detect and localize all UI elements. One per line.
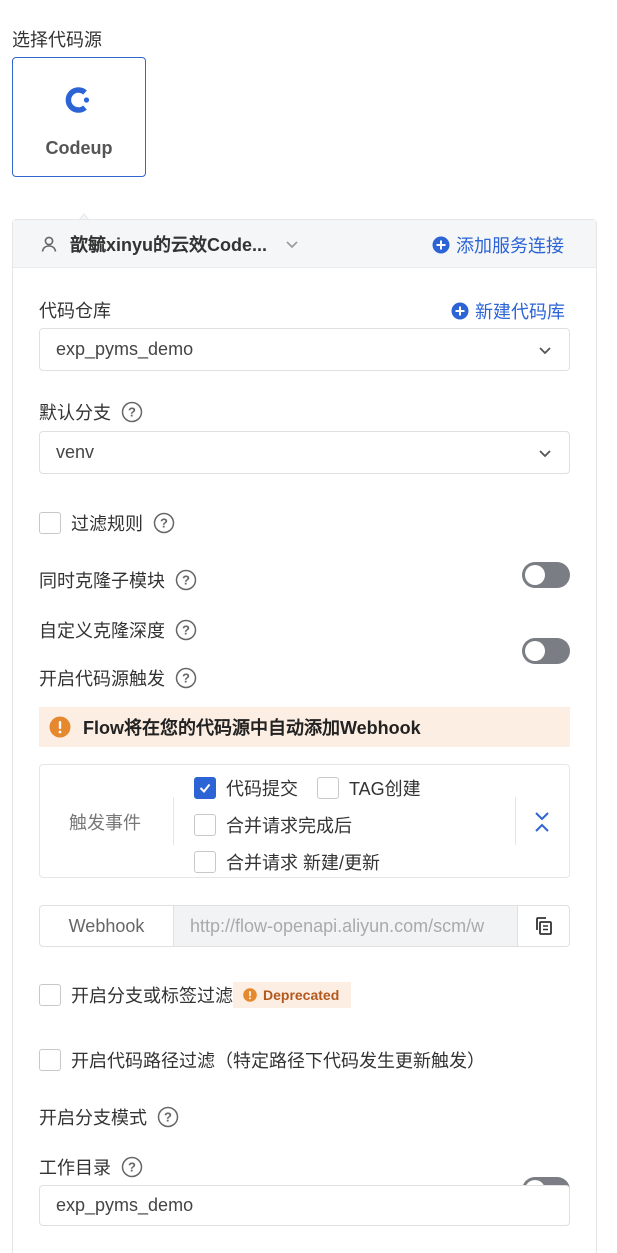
help-icon[interactable]: ?: [157, 1106, 179, 1128]
chevron-down-icon: [539, 449, 551, 457]
new-repo-label: 新建代码库: [475, 302, 565, 322]
svg-text:?: ?: [164, 1110, 172, 1125]
event-option-mr-update[interactable]: 合并请求 新建/更新: [194, 849, 380, 875]
help-icon[interactable]: ?: [175, 619, 197, 641]
chevron-down-icon: [286, 241, 298, 249]
event-option-mr-merged[interactable]: 合并请求完成后: [194, 812, 352, 838]
event-tag-label: TAG创建: [349, 779, 421, 799]
add-service-connection-label: 添加服务连接: [456, 236, 564, 256]
svg-text:?: ?: [128, 1160, 136, 1175]
check-icon: [199, 783, 211, 794]
help-icon[interactable]: ?: [153, 512, 175, 534]
warning-icon: [243, 988, 257, 1002]
codeup-logo-icon: [65, 87, 90, 113]
plus-circle-icon: [451, 302, 469, 320]
copy-icon: [535, 917, 552, 935]
warning-icon: [49, 716, 71, 738]
clone-depth-toggle[interactable]: [522, 638, 570, 664]
webhook-notice: Flow将在您的代码源中自动添加Webhook: [39, 707, 570, 747]
service-connection-select[interactable]: 歆毓xinyu的云效Code...: [40, 231, 299, 257]
event-option-tag[interactable]: TAG创建: [317, 775, 421, 801]
toggle-knob: [525, 565, 545, 585]
filter-rules-row: 过滤规则 ?: [39, 510, 175, 536]
workdir-input-value: exp_pyms_demo: [56, 1195, 194, 1215]
source-card-label: Codeup: [45, 138, 113, 158]
svg-text:?: ?: [182, 573, 190, 588]
copy-button[interactable]: [517, 906, 569, 946]
section-title: 选择代码源: [12, 30, 102, 50]
workdir-label-text: 工作目录: [39, 1158, 111, 1178]
path-filter-checkbox[interactable]: [39, 1049, 61, 1071]
help-icon[interactable]: ?: [175, 569, 197, 591]
help-icon[interactable]: ?: [121, 401, 143, 423]
path-filter-label: 开启代码路径过滤（特定路径下代码发生更新触发）: [71, 1051, 485, 1071]
repo-label-text: 代码仓库: [39, 301, 111, 321]
clone-submodules-label: 同时克隆子模块 ?: [39, 567, 197, 593]
chevron-down-icon: [539, 346, 551, 354]
help-icon[interactable]: ?: [121, 1156, 143, 1178]
trigger-events-label: 触发事件: [69, 813, 141, 833]
filter-rules-label: 过滤规则: [71, 514, 143, 534]
svg-text:?: ?: [182, 623, 190, 638]
toggle-knob: [525, 641, 545, 661]
branch-select-value: venv: [56, 442, 95, 462]
trigger-label-text: 开启代码源触发: [39, 669, 165, 689]
event-mr-merged-checkbox[interactable]: [194, 814, 216, 836]
event-push-label: 代码提交: [226, 779, 298, 799]
branch-select[interactable]: venv: [39, 431, 570, 474]
divider: [515, 797, 516, 845]
event-option-push[interactable]: 代码提交: [194, 775, 298, 801]
clone-submodules-toggle[interactable]: [522, 562, 570, 588]
svg-text:?: ?: [182, 671, 190, 686]
branch-label: 默认分支 ?: [39, 399, 143, 425]
event-mr-merged-label: 合并请求完成后: [226, 816, 352, 836]
webhook-label: Webhook: [40, 906, 174, 946]
repo-select-value: exp_pyms_demo: [56, 339, 194, 359]
help-icon[interactable]: ?: [175, 667, 197, 689]
filter-rules-checkbox[interactable]: [39, 512, 61, 534]
event-push-checkbox[interactable]: [194, 777, 216, 799]
webhook-notice-text: Flow将在您的代码源中自动添加Webhook: [83, 718, 421, 738]
add-service-connection-link[interactable]: 添加服务连接: [432, 232, 564, 258]
repo-label: 代码仓库: [39, 297, 111, 323]
branch-tag-filter-checkbox[interactable]: [39, 984, 61, 1006]
branch-label-text: 默认分支: [39, 403, 111, 423]
deprecated-badge-text: Deprecated: [263, 987, 340, 1003]
plus-circle-icon: [432, 236, 450, 254]
divider: [173, 797, 174, 845]
event-mr-update-label: 合并请求 新建/更新: [226, 853, 381, 873]
branch-mode-label: 开启分支模式 ?: [39, 1104, 179, 1130]
source-card-codeup[interactable]: Codeup: [12, 57, 146, 177]
repo-select[interactable]: exp_pyms_demo: [39, 328, 570, 371]
clone-depth-text: 自定义克隆深度: [39, 621, 165, 641]
svg-text:?: ?: [128, 405, 136, 420]
trigger-label: 开启代码源触发 ?: [39, 665, 197, 691]
user-icon: [41, 236, 57, 252]
workdir-input[interactable]: exp_pyms_demo: [39, 1185, 570, 1226]
service-connection-name: 歆毓xinyu的云效Code...: [70, 235, 268, 255]
svg-text:?: ?: [160, 516, 168, 531]
event-mr-update-checkbox[interactable]: [194, 851, 216, 873]
path-filter-row: 开启代码路径过滤（特定路径下代码发生更新触发）: [39, 1047, 485, 1073]
webhook-url-field: Webhook http://flow-openapi.aliyun.com/s…: [39, 905, 570, 947]
event-tag-checkbox[interactable]: [317, 777, 339, 799]
webhook-url-value[interactable]: http://flow-openapi.aliyun.com/scm/w: [174, 906, 517, 946]
clone-depth-label: 自定义克隆深度 ?: [39, 617, 197, 643]
branch-tag-filter-label: 开启分支或标签过滤: [71, 986, 233, 1006]
workdir-label: 工作目录 ?: [39, 1154, 143, 1180]
collapse-icon[interactable]: [532, 810, 552, 834]
branch-tag-filter-row: 开启分支或标签过滤 Deprecated: [39, 982, 352, 1008]
branch-mode-text: 开启分支模式: [39, 1108, 147, 1128]
new-repo-link[interactable]: 新建代码库: [451, 298, 565, 324]
clone-submodules-text: 同时克隆子模块: [39, 571, 165, 591]
deprecated-badge: Deprecated: [233, 982, 352, 1008]
